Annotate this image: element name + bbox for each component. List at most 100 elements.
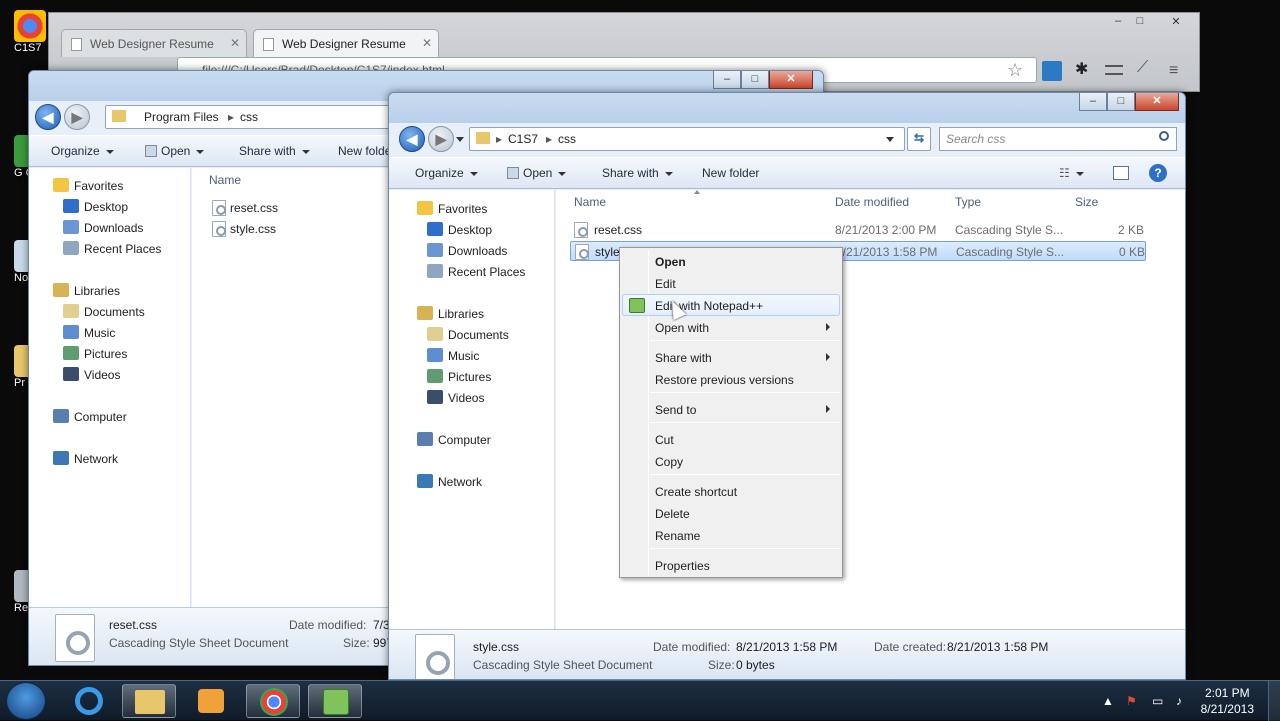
nav-pictures[interactable]: Pictures [63, 346, 127, 361]
menu-item-edit[interactable]: Edit [622, 272, 840, 294]
maximize-button[interactable]: □ [741, 71, 769, 89]
nav-libraries[interactable]: Libraries [417, 306, 484, 321]
address-dropdown-icon[interactable] [886, 137, 894, 142]
organize-button[interactable]: Organize [51, 144, 114, 158]
nav-music[interactable]: Music [63, 325, 115, 340]
preview-pane-icon[interactable] [1113, 166, 1129, 180]
refresh-button[interactable]: ⇆ [907, 127, 931, 151]
action-center-icon[interactable]: ⚑ [1126, 694, 1137, 708]
close-tab-icon[interactable]: ✕ [422, 36, 432, 50]
desktop-icon-chrome[interactable]: C1S7 [14, 10, 50, 54]
menu-icon[interactable]: ≡ [1169, 62, 1178, 80]
file-row[interactable]: reset.css [208, 198, 408, 218]
close-button[interactable]: ✕ [1135, 93, 1179, 111]
menu-item-delete[interactable]: Delete [622, 502, 840, 524]
breadcrumb-program-files[interactable]: Program Files [144, 110, 219, 124]
nav-documents[interactable]: Documents [427, 327, 509, 342]
menu-item-send-to[interactable]: Send to [622, 398, 840, 420]
nav-downloads[interactable]: Downloads [427, 243, 507, 258]
forward-button[interactable]: ▶ [428, 126, 454, 152]
menu-item-create-shortcut[interactable]: Create shortcut [622, 480, 840, 502]
menu-item-copy[interactable]: Copy [622, 450, 840, 472]
address-bar[interactable]: ▸ C1S7 ▸ css [469, 127, 905, 151]
recent-pages-dropdown[interactable] [456, 137, 464, 142]
back-button[interactable]: ◀ [399, 126, 425, 152]
open-button[interactable]: Open [145, 144, 205, 158]
start-button[interactable] [6, 682, 46, 720]
nav-pictures[interactable]: Pictures [427, 369, 491, 384]
maximize-button[interactable]: □ [1129, 15, 1151, 31]
nav-desktop[interactable]: Desktop [63, 199, 128, 214]
column-header-name[interactable]: Name [209, 173, 241, 187]
menu-item-rename[interactable]: Rename [622, 524, 840, 546]
maximize-button[interactable]: □ [1107, 93, 1135, 111]
new-folder-button[interactable]: New folder [702, 166, 759, 180]
menu-item-open-with[interactable]: Open with [622, 316, 840, 338]
menu-item-share-with[interactable]: Share with [622, 346, 840, 368]
taskbar-notepad-plus-plus[interactable] [308, 684, 362, 718]
wrench-icon[interactable]: ⟋ [1137, 59, 1148, 77]
open-button[interactable]: Open [507, 166, 567, 180]
file-row[interactable]: reset.css 8/21/2013 2:00 PM Cascading St… [570, 220, 1146, 240]
star-icon[interactable]: ☆ [1007, 60, 1023, 81]
bookmark-icon[interactable] [1105, 65, 1123, 75]
nav-music[interactable]: Music [427, 348, 479, 363]
tray-expand-icon[interactable]: ▲ [1102, 694, 1114, 708]
network-tray-icon[interactable]: ▭ [1152, 694, 1163, 708]
search-icon[interactable] [1159, 131, 1169, 141]
nav-videos[interactable]: Videos [63, 367, 120, 382]
close-button[interactable]: ✕ [769, 71, 813, 89]
taskbar-internet-explorer[interactable] [62, 684, 116, 718]
breadcrumb-c1s7[interactable]: C1S7 [508, 132, 538, 146]
taskbar-windows-explorer[interactable] [122, 684, 176, 718]
nav-recent-places[interactable]: Recent Places [63, 241, 161, 256]
menu-item-cut[interactable]: Cut [622, 428, 840, 450]
chrome-tab-1[interactable]: Web Designer Resume ✕ [61, 29, 247, 57]
nav-favorites[interactable]: Favorites [53, 178, 123, 193]
show-desktop-button[interactable] [1268, 681, 1280, 721]
column-header-type[interactable]: Type [955, 195, 981, 209]
nav-documents[interactable]: Documents [63, 304, 145, 319]
clock[interactable]: 2:01 PM 8/21/2013 [1201, 685, 1254, 717]
puzzle-icon[interactable]: ✱ [1075, 59, 1088, 79]
breadcrumb-css[interactable]: css [558, 132, 576, 146]
change-view-icon[interactable]: ☷ [1059, 166, 1084, 180]
share-with-button[interactable]: Share with [239, 144, 310, 158]
minimize-button[interactable]: – [1107, 15, 1129, 31]
title-bar[interactable] [389, 93, 1185, 123]
new-folder-button[interactable]: New folder [338, 144, 395, 158]
taskbar-chrome[interactable] [246, 684, 300, 718]
minimize-button[interactable]: – [713, 71, 741, 89]
nav-videos[interactable]: Videos [427, 390, 484, 405]
nav-computer[interactable]: Computer [53, 409, 127, 424]
minimize-button[interactable]: – [1079, 93, 1107, 111]
chrome-tab-2[interactable]: Web Designer Resume ✕ [253, 29, 439, 57]
menu-item-edit-with-notepad-plus-plus[interactable]: Edit with Notepad++ [622, 294, 840, 316]
nav-favorites[interactable]: Favorites [417, 201, 487, 216]
menu-item-properties[interactable]: Properties [622, 554, 840, 576]
close-tab-icon[interactable]: ✕ [230, 36, 240, 50]
taskbar-media-player[interactable] [184, 684, 238, 718]
breadcrumb-css[interactable]: css [240, 110, 258, 124]
help-icon[interactable]: ? [1149, 164, 1167, 182]
menu-item-open[interactable]: Open [622, 250, 840, 272]
file-row[interactable]: style.css [208, 219, 408, 239]
nav-libraries[interactable]: Libraries [53, 283, 120, 298]
volume-icon[interactable]: ♪ [1176, 694, 1182, 708]
column-header-size[interactable]: Size [1075, 195, 1098, 209]
nav-network[interactable]: Network [53, 451, 118, 466]
share-with-button[interactable]: Share with [602, 166, 673, 180]
nav-computer[interactable]: Computer [417, 432, 491, 447]
forward-button[interactable]: ▶ [64, 104, 90, 130]
search-input[interactable]: Search css [939, 127, 1177, 151]
nav-downloads[interactable]: Downloads [63, 220, 143, 235]
extension-icon[interactable] [1042, 61, 1062, 81]
nav-recent-places[interactable]: Recent Places [427, 264, 525, 279]
organize-button[interactable]: Organize [415, 166, 478, 180]
nav-desktop[interactable]: Desktop [427, 222, 492, 237]
address-bar[interactable]: Program Files ▸ css [105, 105, 405, 129]
close-button[interactable]: ✕ [1165, 15, 1187, 31]
column-header-name[interactable]: Name [574, 195, 606, 209]
back-button[interactable]: ◀ [35, 104, 61, 130]
nav-network[interactable]: Network [417, 474, 482, 489]
